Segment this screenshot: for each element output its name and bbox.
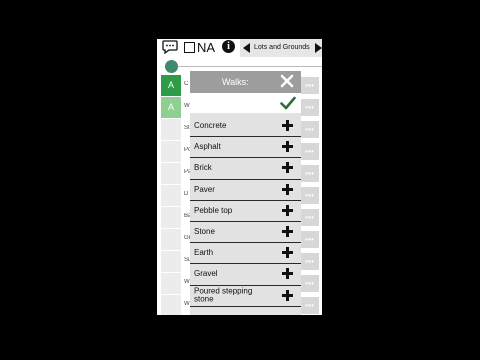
chevron-right-icon[interactable]	[315, 43, 322, 53]
more-icon[interactable]: • • •	[299, 275, 319, 292]
more-icon[interactable]: • • •	[299, 187, 319, 204]
answer-badge[interactable]	[161, 141, 181, 162]
answer-badge[interactable]: A	[161, 97, 181, 118]
plus-icon[interactable]	[282, 247, 293, 259]
answer-badge[interactable]	[161, 185, 181, 206]
plus-icon[interactable]	[282, 289, 293, 301]
plus-icon[interactable]	[282, 162, 293, 174]
answer-badge[interactable]: A	[161, 75, 181, 96]
modal-header: Walks:	[190, 71, 301, 93]
answer-badge[interactable]	[161, 163, 181, 184]
more-icon[interactable]: • • •	[299, 253, 319, 270]
answer-badge[interactable]	[161, 207, 181, 228]
slider-knob[interactable]	[165, 60, 178, 73]
answer-badge[interactable]	[161, 273, 181, 294]
more-icon[interactable]: • • •	[299, 165, 319, 182]
chevron-left-icon[interactable]	[243, 43, 250, 53]
answer-badge[interactable]	[161, 119, 181, 140]
more-icon[interactable]: • • •	[299, 99, 319, 116]
section-nav: Lots and Grounds	[240, 39, 322, 57]
plus-icon[interactable]	[282, 183, 293, 195]
plus-icon[interactable]	[282, 268, 293, 280]
more-icon[interactable]: • • •	[299, 77, 319, 94]
more-icon[interactable]: • • •	[299, 231, 319, 248]
answer-badge[interactable]	[161, 251, 181, 272]
option-item[interactable]: Gravel	[190, 264, 301, 286]
answer-badge[interactable]	[161, 295, 181, 315]
option-label: Paver	[194, 184, 215, 194]
chat-icon[interactable]	[162, 40, 178, 54]
modal-title: Walks:	[222, 77, 249, 87]
option-label: Concrete	[194, 120, 227, 130]
more-icon[interactable]: • • •	[299, 121, 319, 138]
toolbar: NA i Lots and Grounds	[157, 39, 322, 57]
na-checkbox[interactable]	[184, 42, 195, 53]
option-label: Brick	[194, 163, 212, 173]
slider-track[interactable]	[170, 66, 322, 67]
walks-modal: Walks: Concrete Asphalt Brick Paver Pebble t…	[190, 71, 301, 315]
option-item[interactable]: Stone	[190, 221, 301, 244]
info-icon[interactable]: i	[222, 40, 235, 53]
na-label: NA	[197, 40, 216, 55]
option-label: Earth	[194, 247, 214, 257]
current-value-field[interactable]	[190, 93, 301, 113]
plus-icon[interactable]	[282, 141, 293, 153]
option-item[interactable]: Asphalt	[190, 137, 301, 159]
option-item[interactable]: Earth	[190, 243, 301, 265]
option-item[interactable]: Poured stepping stone	[190, 285, 301, 307]
more-icon[interactable]: • • •	[299, 143, 319, 160]
option-label: Gravel	[194, 269, 218, 279]
option-label: Pebble top	[194, 205, 233, 215]
option-item[interactable]: Brick	[190, 158, 301, 180]
section-title: Lots and Grounds	[254, 44, 310, 51]
option-label: Asphalt	[194, 142, 221, 152]
plus-icon[interactable]	[282, 120, 293, 131]
plus-icon[interactable]	[282, 204, 293, 216]
option-label: Poured stepping stone	[194, 286, 253, 304]
answer-badge[interactable]	[161, 229, 181, 250]
option-list: Concrete Asphalt Brick Paver Pebble top Stone…	[190, 116, 301, 307]
option-label: Stone	[194, 226, 215, 236]
checkmark-icon[interactable]	[280, 96, 296, 110]
phone-screen: NA i Lots and Grounds A C • • • A W • • • St • …	[157, 39, 322, 315]
close-icon[interactable]	[280, 74, 294, 88]
more-icon[interactable]: • • •	[299, 209, 319, 226]
option-item[interactable]: Concrete	[190, 116, 301, 138]
option-item[interactable]: Paver	[190, 179, 301, 201]
plus-icon[interactable]	[282, 225, 293, 237]
option-item[interactable]: Pebble top	[190, 200, 301, 222]
more-icon[interactable]: • • •	[299, 297, 319, 314]
